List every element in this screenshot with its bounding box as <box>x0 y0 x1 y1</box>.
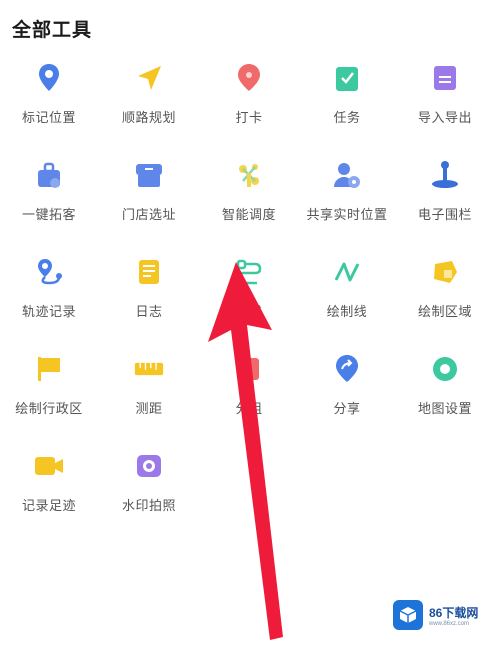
task-clipboard-icon <box>332 63 362 93</box>
briefcase-icon <box>34 160 64 190</box>
tool-watermark-photo[interactable]: 水印拍照 <box>101 451 197 531</box>
tool-label: 导入导出 <box>417 111 472 126</box>
log-book-icon <box>134 257 164 287</box>
share-location-user-icon <box>332 160 362 190</box>
tool-label: 分享 <box>333 402 361 417</box>
store-icon <box>134 160 164 190</box>
watermark-camera-icon <box>134 451 164 481</box>
draw-line-icon <box>332 257 362 287</box>
group-icon <box>234 354 264 384</box>
watermark-brand: 86下载网 <box>429 605 479 620</box>
watermark-url: www.86xz.com <box>429 620 470 627</box>
tool-smart-dispatch[interactable]: 智能调度 <box>201 160 297 240</box>
tools-grid: 标记位置 顺路规划 打卡 任务 导入导出 一键拓客 门店选址 智能调度 共享实时… <box>0 0 490 646</box>
tool-label: 日志 <box>135 305 163 320</box>
tool-store-location[interactable]: 门店选址 <box>101 160 197 240</box>
dispatch-icon <box>234 160 264 190</box>
ruler-icon <box>134 354 164 384</box>
check-in-pin-icon <box>234 63 264 93</box>
tool-label: 顺路规划 <box>121 111 176 126</box>
tool-label: 测距 <box>135 402 163 417</box>
tool-label: 绘制行政区 <box>15 402 83 417</box>
tool-label: 共享实时位置 <box>306 208 388 223</box>
site-watermark: 86下载网 www.86xz.com <box>393 598 487 632</box>
tool-route-planning[interactable]: 顺路规划 <box>101 63 197 143</box>
tool-draw-admin-region[interactable]: 绘制行政区 <box>1 354 97 434</box>
tool-label: 地图设置 <box>417 402 472 417</box>
paper-plane-icon <box>134 63 164 93</box>
track-record-icon <box>34 257 64 287</box>
draw-area-icon <box>430 257 460 287</box>
tool-share[interactable]: 分享 <box>299 354 395 434</box>
tool-check-in[interactable]: 打卡 <box>201 63 297 143</box>
tool-log[interactable]: 日志 <box>101 257 197 337</box>
tool-label: 智能调度 <box>221 208 276 223</box>
tool-label: 轨迹记录 <box>21 305 76 320</box>
tool-track-record[interactable]: 轨迹记录 <box>1 257 97 337</box>
geofence-icon <box>430 160 460 190</box>
tool-label: 绘制线 <box>326 305 368 320</box>
tool-label: 分组 <box>235 402 263 417</box>
tool-label: 打卡 <box>235 111 263 126</box>
flag-icon <box>34 354 64 384</box>
tool-label: 任务 <box>333 111 361 126</box>
location-pin-icon <box>34 63 64 93</box>
tool-label: 电子围栏 <box>417 208 472 223</box>
map-settings-icon <box>430 354 460 384</box>
tool-label: 门店选址 <box>121 208 176 223</box>
tool-draw-line[interactable]: 绘制线 <box>299 257 395 337</box>
tool-one-click-customers[interactable]: 一键拓客 <box>1 160 97 240</box>
tool-share-realtime-location[interactable]: 共享实时位置 <box>299 160 395 240</box>
tool-map-settings[interactable]: 地图设置 <box>397 354 490 434</box>
tool-task[interactable]: 任务 <box>299 63 395 143</box>
tool-geofence[interactable]: 电子围栏 <box>397 160 490 240</box>
share-pin-icon <box>332 354 362 384</box>
tool-label: 画线 <box>235 305 263 320</box>
tool-label: 一键拓客 <box>21 208 76 223</box>
route-line-icon <box>234 257 264 287</box>
tool-mark-location[interactable]: 标记位置 <box>1 63 97 143</box>
tool-label: 记录足迹 <box>21 499 76 514</box>
tool-draw-route[interactable]: 画线 <box>201 257 297 337</box>
video-record-icon <box>34 451 64 481</box>
tool-draw-area[interactable]: 绘制区域 <box>397 257 490 337</box>
tool-label: 水印拍照 <box>121 499 176 514</box>
tool-record-footprint[interactable]: 记录足迹 <box>1 451 97 531</box>
tool-label: 绘制区域 <box>417 305 472 320</box>
tool-measure-distance[interactable]: 测距 <box>101 354 197 434</box>
import-export-file-icon <box>430 63 460 93</box>
tool-import-export[interactable]: 导入导出 <box>397 63 490 143</box>
tool-label: 标记位置 <box>21 111 76 126</box>
watermark-logo-icon <box>393 600 423 630</box>
tool-group[interactable]: 分组 <box>201 354 297 434</box>
